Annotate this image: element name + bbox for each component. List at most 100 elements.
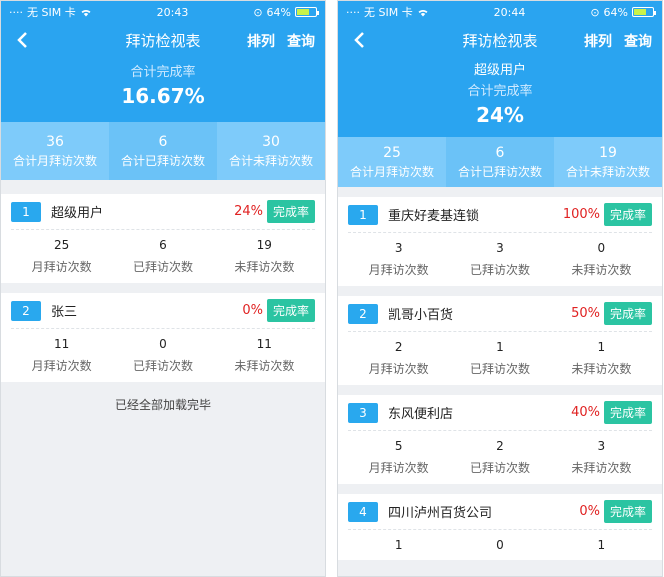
- visited: 2: [496, 439, 504, 453]
- totals-bar: 36 合计月拜访次数 6 合计已拜访次数 30 合计未拜访次数: [1, 122, 325, 180]
- unvisited: 0: [597, 241, 606, 255]
- back-button[interactable]: [9, 27, 35, 53]
- status-time: 20:44: [493, 5, 526, 19]
- item-index: 1: [348, 204, 378, 225]
- total-unvisited: 19 合计未拜访次数: [554, 137, 662, 187]
- unvisited-label: 未拜访次数: [234, 260, 295, 274]
- stat-label: 合计已拜访次数: [457, 164, 542, 179]
- monthly-visits: 25: [54, 238, 70, 252]
- completion-rate-button[interactable]: 完成率: [603, 203, 652, 226]
- completion-rate-button[interactable]: 完成率: [266, 299, 315, 322]
- query-button[interactable]: 查询: [287, 31, 315, 51]
- item-name: 东风便利店: [388, 407, 454, 422]
- signal-dots: ····: [9, 5, 23, 19]
- list-item[interactable]: 1 超级用户 24% 完成率 25 月拜访次数 6 已拜访次数 19 未拜访次数: [1, 194, 325, 283]
- stat-label: 合计月拜访次数: [349, 164, 434, 179]
- monthly-visits: 3: [394, 241, 403, 255]
- unvisited-label: 未拜访次数: [571, 263, 632, 277]
- item-name: 凯哥小百货: [388, 308, 454, 323]
- list-item[interactable]: 1 重庆好麦基连锁 100% 完成率 3 月拜访次数 3 已拜访次数 0 未拜访次数: [338, 197, 662, 286]
- unvisited-label: 未拜访次数: [571, 362, 632, 376]
- visited: 3: [496, 241, 504, 255]
- item-rate: 0%: [242, 303, 263, 318]
- stat-number: 36: [46, 133, 64, 150]
- load-complete-message: 已经全部加载完毕: [114, 398, 211, 412]
- visited-label: 已拜访次数: [132, 359, 193, 373]
- query-button[interactable]: 查询: [624, 31, 652, 51]
- visited: 1: [496, 340, 504, 354]
- status-bar: ···· 无 SIM 卡 20:43 ⊙ 64%: [1, 1, 325, 23]
- list-item[interactable]: 2 凯哥小百货 50% 完成率 2 月拜访次数 1 已拜访次数 1 未拜访次数: [338, 296, 662, 385]
- battery-icon: [295, 7, 319, 17]
- visited-label: 已拜访次数: [469, 263, 530, 277]
- monthly-visits-label: 月拜访次数: [368, 263, 429, 277]
- stat-number: 19: [599, 144, 617, 161]
- item-name: 重庆好麦基连锁: [388, 209, 480, 224]
- completion-rate-button[interactable]: 完成率: [266, 200, 315, 223]
- battery-icon: [632, 7, 656, 17]
- orientation-lock-icon: ⊙: [253, 5, 263, 19]
- total-visited: 6 合计已拜访次数: [446, 137, 554, 187]
- summary: 超级用户 合计完成率 24%: [338, 59, 662, 137]
- visited: 0: [496, 538, 504, 552]
- back-button[interactable]: [346, 27, 372, 53]
- summary: 合计完成率 16.67%: [1, 61, 325, 122]
- item-index: 2: [11, 300, 41, 321]
- status-bar: ···· 无 SIM 卡 20:44 ⊙ 64%: [338, 1, 662, 23]
- visited-label: 已拜访次数: [469, 461, 530, 475]
- item-index: 2: [348, 303, 378, 324]
- stat-label: 合计未拜访次数: [565, 164, 650, 179]
- unvisited: 3: [597, 439, 606, 453]
- header: ···· 无 SIM 卡 20:44 ⊙ 64% 拜访检视表 排列 查询 超级用…: [338, 1, 662, 137]
- visited-label: 已拜访次数: [469, 362, 530, 376]
- list-item[interactable]: 2 张三 0% 完成率 11 月拜访次数 0 已拜访次数 11 未拜访次数: [1, 293, 325, 382]
- stat-number: 25: [383, 144, 401, 161]
- monthly-visits-label: 月拜访次数: [31, 359, 92, 373]
- visited-label: 已拜访次数: [132, 260, 193, 274]
- unvisited: 1: [597, 340, 606, 354]
- item-index: 1: [11, 201, 41, 222]
- unvisited: 11: [256, 337, 272, 351]
- stat-label: 合计已拜访次数: [120, 153, 205, 168]
- total-monthly-visits: 36 合计月拜访次数: [1, 122, 109, 180]
- monthly-visits-label: 月拜访次数: [368, 362, 429, 376]
- total-monthly-visits: 25 合计月拜访次数: [338, 137, 446, 187]
- stat-number: 6: [158, 133, 168, 150]
- completion-rate-button[interactable]: 完成率: [603, 302, 652, 325]
- item-name: 张三: [51, 305, 78, 320]
- phone-screen-left: ···· 无 SIM 卡 20:43 ⊙ 64% 拜访检视表 排列 查询 合计完…: [0, 0, 326, 577]
- item-name: 四川泸州百货公司: [388, 506, 493, 521]
- completion-rate-button[interactable]: 完成率: [603, 401, 652, 424]
- carrier-text: 无 SIM 卡: [364, 6, 413, 19]
- item-rate: 40%: [571, 405, 600, 420]
- list-item[interactable]: 3 东风便利店 40% 完成率 5 月拜访次数 2 已拜访次数 3 未拜访次数: [338, 395, 662, 484]
- battery-percent: 64%: [603, 5, 628, 19]
- item-rate: 0%: [579, 504, 600, 519]
- monthly-visits-label: 月拜访次数: [31, 260, 92, 274]
- visited: 0: [159, 337, 167, 351]
- phone-screen-right: ···· 无 SIM 卡 20:44 ⊙ 64% 拜访检视表 排列 查询 超级用…: [337, 0, 663, 577]
- item-index: 3: [348, 402, 378, 423]
- signal-dots: ····: [346, 5, 360, 19]
- carrier-text: 无 SIM 卡: [27, 6, 76, 19]
- unvisited-label: 未拜访次数: [571, 461, 632, 475]
- monthly-visits: 11: [54, 337, 70, 351]
- wifi-icon: [418, 9, 428, 16]
- total-rate-label: 合计完成率: [130, 65, 196, 80]
- total-rate-value: 24%: [476, 103, 524, 127]
- chevron-left-icon: [354, 32, 364, 48]
- sort-button[interactable]: 排列: [247, 31, 275, 51]
- total-rate-label: 合计完成率: [467, 84, 533, 99]
- monthly-visits-label: 月拜访次数: [368, 461, 429, 475]
- completion-rate-button[interactable]: 完成率: [603, 500, 652, 523]
- unvisited-label: 未拜访次数: [234, 359, 295, 373]
- chevron-left-icon: [17, 32, 27, 48]
- monthly-visits: 2: [394, 340, 403, 354]
- sort-button[interactable]: 排列: [584, 31, 612, 51]
- stat-label: 合计月拜访次数: [12, 153, 97, 168]
- totals-bar: 25 合计月拜访次数 6 合计已拜访次数 19 合计未拜访次数: [338, 137, 662, 187]
- unvisited: 19: [256, 238, 272, 252]
- visited: 6: [159, 238, 167, 252]
- list-item[interactable]: 4 四川泸州百货公司 0% 完成率 1 0 1: [338, 494, 662, 560]
- item-rate: 50%: [571, 306, 600, 321]
